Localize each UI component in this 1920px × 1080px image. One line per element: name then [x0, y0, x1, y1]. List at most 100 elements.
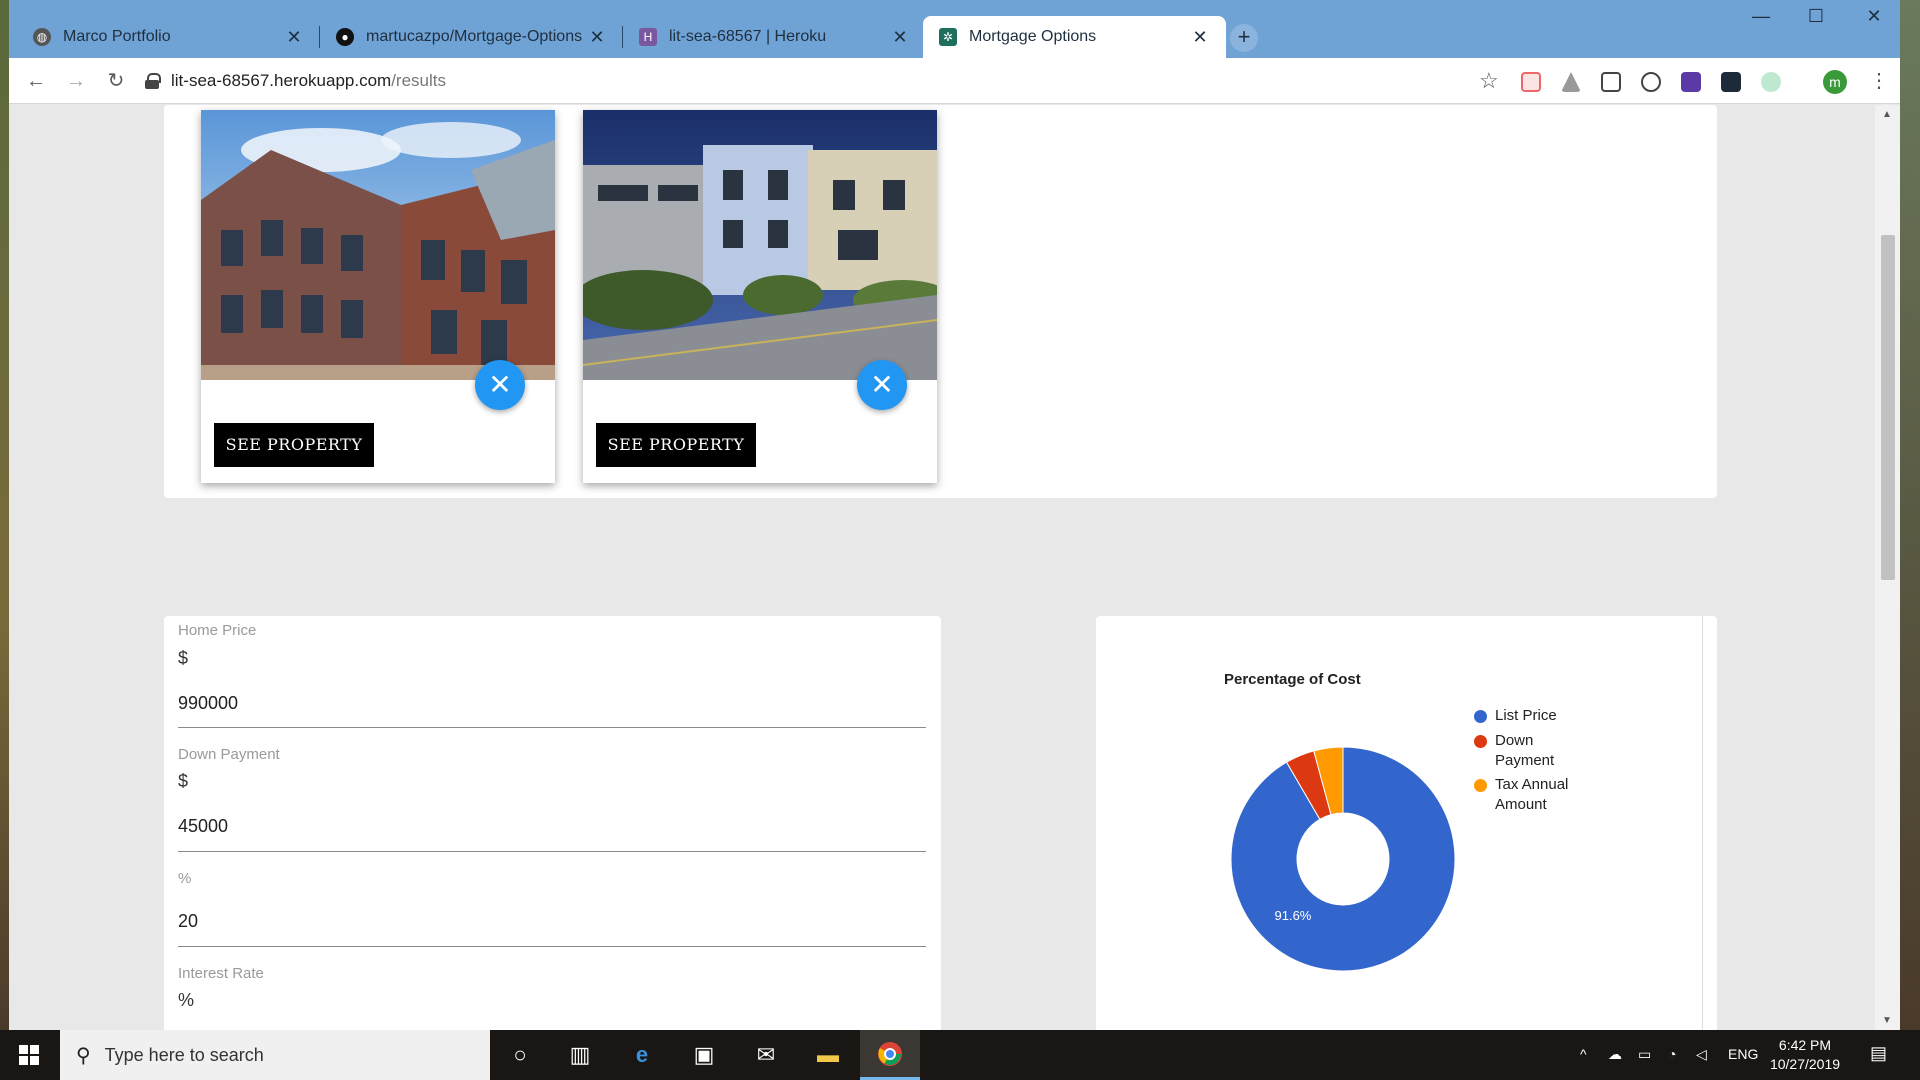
edge-icon[interactable]: e	[612, 1030, 672, 1080]
clock[interactable]: 6:42 PM 10/27/2019	[1760, 1036, 1850, 1074]
page-scrollbar[interactable]: ▲ ▼	[1875, 105, 1900, 1030]
forward-icon[interactable]: →	[61, 66, 91, 96]
wifi-icon[interactable]: ◔	[1668, 1046, 1676, 1062]
down-payment-prefix: $	[178, 771, 189, 791]
property-card: ✕ SEE PROPERTY	[583, 110, 937, 483]
heroku-icon: H	[639, 28, 657, 46]
lock-icon	[145, 73, 161, 89]
legend-swatch	[1474, 710, 1487, 723]
tab-bar: ◍ Marco Portfolio ✕ ● martucazpo/Mortgag…	[9, 0, 1900, 58]
property-image	[583, 110, 937, 380]
property-image	[201, 110, 555, 380]
reload-icon[interactable]: ↻	[101, 66, 131, 96]
file-explorer-icon[interactable]: ▬	[798, 1030, 858, 1080]
clock-time: 6:42 PM	[1778, 1037, 1832, 1053]
extension-icon-4[interactable]	[1761, 72, 1781, 92]
address-bar[interactable]: lit-sea-68567.herokuapp.com/results	[145, 64, 1445, 98]
property-card: ✕ SEE PROPERTY	[201, 110, 555, 483]
tray-chevron-icon[interactable]: ^	[1580, 1046, 1587, 1062]
store-icon[interactable]: ▣	[674, 1030, 734, 1080]
mortgage-form: Home Price $ 990000 Down Payment $ 45000…	[164, 616, 941, 1030]
browser-toolbar: ← → ↻ lit-sea-68567.herokuapp.com/result…	[9, 58, 1900, 104]
remove-property-button[interactable]: ✕	[857, 360, 907, 410]
maximize-icon[interactable]: ☐	[1796, 6, 1836, 27]
taskbar: ⚲ Type here to search ○ ▥ e ▣ ✉ ▬ ^ ☁ ▭ …	[0, 1030, 1920, 1080]
home-price-prefix: $	[178, 648, 189, 668]
tab-heroku[interactable]: H lit-sea-68567 | Heroku ✕	[623, 16, 926, 58]
extension-icon-2[interactable]	[1641, 72, 1661, 92]
legend-label: Tax Annual Amount	[1495, 776, 1569, 813]
new-tab-button[interactable]: +	[1230, 24, 1258, 52]
back-icon[interactable]: ←	[21, 66, 51, 96]
divider	[178, 946, 926, 947]
legend-item[interactable]: Down Payment	[1474, 731, 1585, 771]
tab-marco-portfolio[interactable]: ◍ Marco Portfolio ✕	[17, 16, 320, 58]
globe-icon: ◍	[33, 28, 51, 46]
desktop-left-edge	[0, 0, 9, 1030]
screenshot-icon[interactable]	[1601, 72, 1621, 92]
remove-property-button[interactable]: ✕	[475, 360, 525, 410]
react-devtools-icon[interactable]	[1721, 72, 1741, 92]
down-payment-input[interactable]: 45000	[178, 816, 228, 837]
legend-label: Down Payment	[1495, 732, 1555, 769]
volume-icon[interactable]: ◁	[1696, 1046, 1707, 1063]
legend-item[interactable]: List Price	[1474, 706, 1585, 726]
divider	[178, 851, 926, 852]
battery-icon[interactable]: ▭	[1638, 1046, 1651, 1063]
task-view-icon[interactable]: ▥	[550, 1030, 610, 1080]
drive-icon[interactable]	[1561, 72, 1581, 92]
tab-github[interactable]: ● martucazpo/Mortgage-Options ✕	[320, 16, 623, 58]
cortana-icon[interactable]: ○	[490, 1030, 550, 1080]
bookmark-star-icon[interactable]: ☆	[1479, 68, 1499, 94]
interest-rate-prefix: %	[178, 990, 195, 1010]
legend-item[interactable]: Tax Annual Amount	[1474, 775, 1585, 815]
legend-swatch	[1474, 735, 1487, 748]
tab-title: martucazpo/Mortgage-Options	[366, 28, 583, 45]
chrome-icon[interactable]	[860, 1030, 920, 1080]
search-placeholder: Type here to search	[104, 1044, 264, 1065]
tab-title: Mortgage Options	[969, 28, 1097, 45]
extension-icon-1[interactable]	[1521, 72, 1541, 92]
extension-icon-3[interactable]	[1681, 72, 1701, 92]
down-percent-label: %	[178, 870, 192, 887]
legend-label: List Price	[1495, 707, 1557, 724]
url-host: lit-sea-68567.herokuapp.com	[171, 71, 392, 90]
slice-label: 91.6%	[1275, 908, 1312, 923]
chart-panel: Percentage of Cost 91.6% List Price Down …	[1096, 616, 1717, 1030]
search-icon: ⚲	[76, 1044, 91, 1067]
profile-avatar[interactable]: m	[1823, 70, 1847, 94]
language-indicator[interactable]: ENG	[1728, 1046, 1758, 1062]
scroll-down-icon[interactable]: ▼	[1882, 1015, 1892, 1026]
down-percent-input[interactable]: 20	[178, 911, 198, 932]
minimize-icon[interactable]: —	[1741, 6, 1781, 27]
see-property-button[interactable]: SEE PROPERTY	[214, 423, 374, 467]
tab-close-icon[interactable]: ✕	[890, 27, 910, 48]
react-icon: ✲	[939, 28, 957, 46]
properties-panel: ✕ SEE PROPERTY ✕ SEE PROPERTY	[164, 105, 1717, 498]
tab-title: lit-sea-68567 | Heroku	[669, 28, 827, 45]
interest-rate-label: Interest Rate	[178, 965, 264, 982]
mail-icon[interactable]: ✉	[736, 1030, 796, 1080]
clock-date: 10/27/2019	[1769, 1056, 1841, 1072]
page-content: ✕ SEE PROPERTY ✕ SEE PROPERTY Home Price…	[9, 105, 1875, 1030]
down-payment-label: Down Payment	[178, 746, 280, 763]
home-price-input[interactable]: 990000	[178, 693, 238, 714]
desktop-right-edge	[1900, 0, 1920, 1030]
onedrive-icon[interactable]: ☁	[1608, 1046, 1622, 1063]
tab-close-icon[interactable]: ✕	[284, 27, 304, 48]
legend-swatch	[1474, 779, 1487, 792]
menu-icon[interactable]: ⋮	[1869, 68, 1889, 93]
notifications-icon[interactable]: ▤	[1870, 1043, 1887, 1064]
tab-title: Marco Portfolio	[63, 28, 171, 45]
scroll-up-icon[interactable]: ▲	[1882, 109, 1892, 120]
donut-chart: 91.6%	[1230, 746, 1456, 972]
see-property-button[interactable]: SEE PROPERTY	[596, 423, 756, 467]
tab-mortgage-options[interactable]: ✲ Mortgage Options ✕	[923, 16, 1226, 58]
taskbar-search[interactable]: ⚲ Type here to search	[60, 1030, 490, 1080]
tab-close-icon[interactable]: ✕	[1190, 27, 1210, 48]
close-window-icon[interactable]: ✕	[1854, 6, 1894, 27]
scroll-thumb[interactable]	[1881, 235, 1895, 580]
windows-start-icon[interactable]	[0, 1030, 58, 1080]
url-path: /results	[391, 71, 446, 90]
tab-close-icon[interactable]: ✕	[587, 27, 607, 48]
